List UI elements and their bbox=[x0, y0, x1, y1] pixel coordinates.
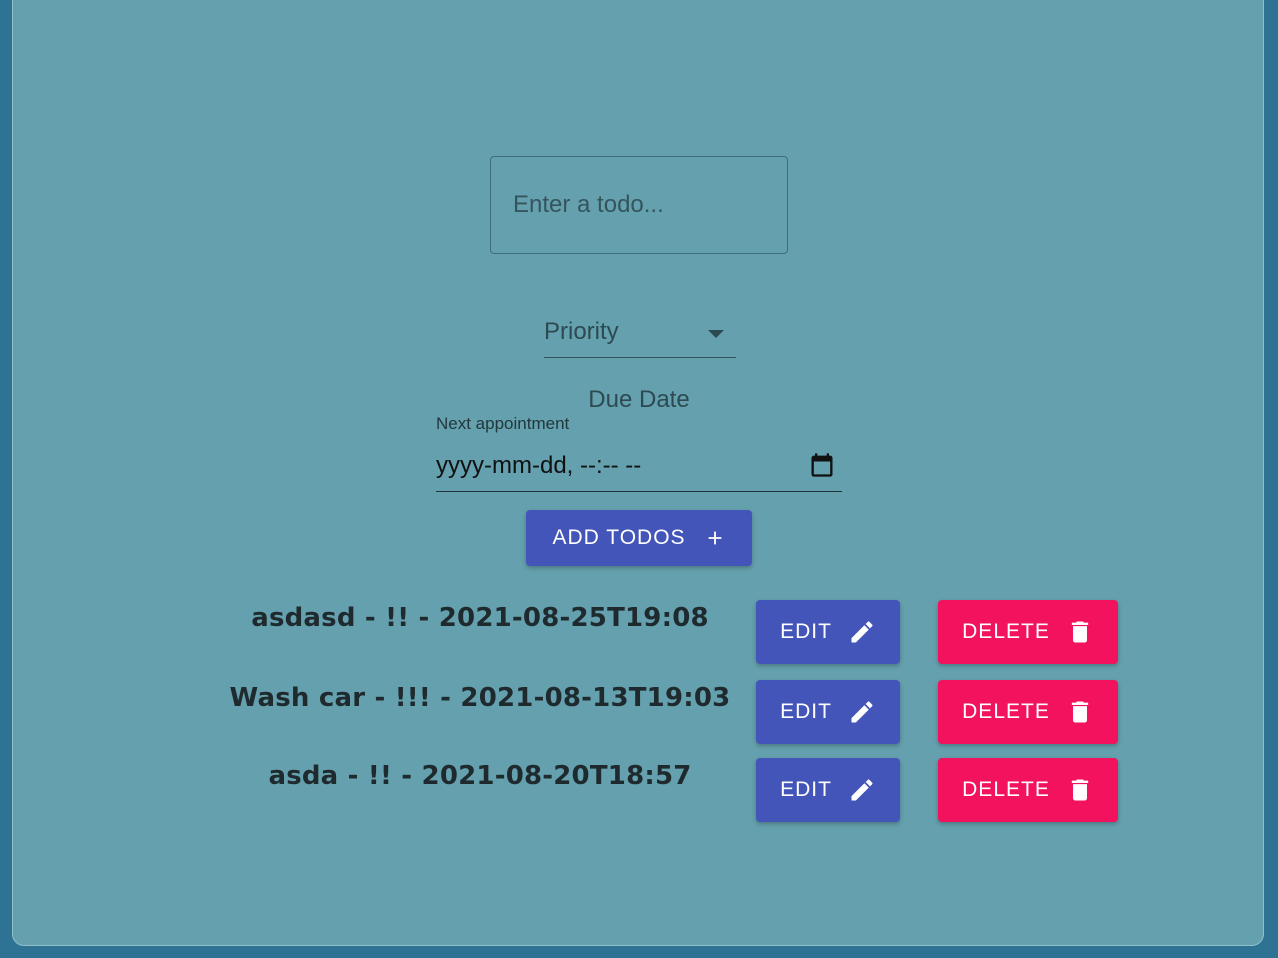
edit-button-label: EDIT bbox=[780, 700, 832, 723]
pencil-icon bbox=[851, 621, 873, 643]
caret-down-icon bbox=[708, 330, 724, 338]
calendar-icon[interactable] bbox=[808, 450, 836, 480]
edit-button-label: EDIT bbox=[780, 778, 832, 801]
todo-item-text: Wash car - !!! - 2021-08-13T19:03 bbox=[229, 683, 731, 713]
delete-button[interactable]: DELETE bbox=[938, 680, 1118, 744]
plus-icon bbox=[708, 531, 721, 545]
trash-icon bbox=[1071, 701, 1089, 723]
add-todos-label: ADD TODOS bbox=[552, 526, 686, 549]
delete-button[interactable]: DELETE bbox=[938, 600, 1118, 664]
delete-button-label: DELETE bbox=[962, 620, 1050, 643]
edit-button[interactable]: EDIT bbox=[756, 680, 900, 744]
delete-button-label: DELETE bbox=[962, 778, 1050, 801]
edit-button[interactable]: EDIT bbox=[756, 758, 900, 822]
priority-select[interactable]: Priority bbox=[544, 310, 736, 358]
priority-select-label: Priority bbox=[544, 318, 619, 345]
due-date-value: yyyy-mm-dd, --:-- -- bbox=[436, 452, 642, 479]
due-date-input[interactable]: yyyy-mm-dd, --:-- -- bbox=[436, 440, 842, 492]
trash-icon bbox=[1071, 621, 1089, 643]
todo-item-text: asda - !! - 2021-08-20T18:57 bbox=[268, 761, 692, 791]
pencil-icon bbox=[851, 779, 873, 801]
add-todos-button[interactable]: ADD TODOS bbox=[526, 510, 752, 566]
pencil-icon bbox=[851, 701, 873, 723]
todo-input[interactable] bbox=[490, 156, 788, 254]
delete-button[interactable]: DELETE bbox=[938, 758, 1118, 822]
todo-item-text: asdasd - !! - 2021-08-25T19:08 bbox=[251, 603, 709, 633]
appointment-label: Next appointment bbox=[436, 414, 570, 433]
delete-button-label: DELETE bbox=[962, 700, 1050, 723]
trash-icon bbox=[1071, 779, 1089, 801]
edit-button-label: EDIT bbox=[780, 620, 832, 643]
due-date-heading: Due Date bbox=[588, 386, 690, 413]
edit-button[interactable]: EDIT bbox=[756, 600, 900, 664]
